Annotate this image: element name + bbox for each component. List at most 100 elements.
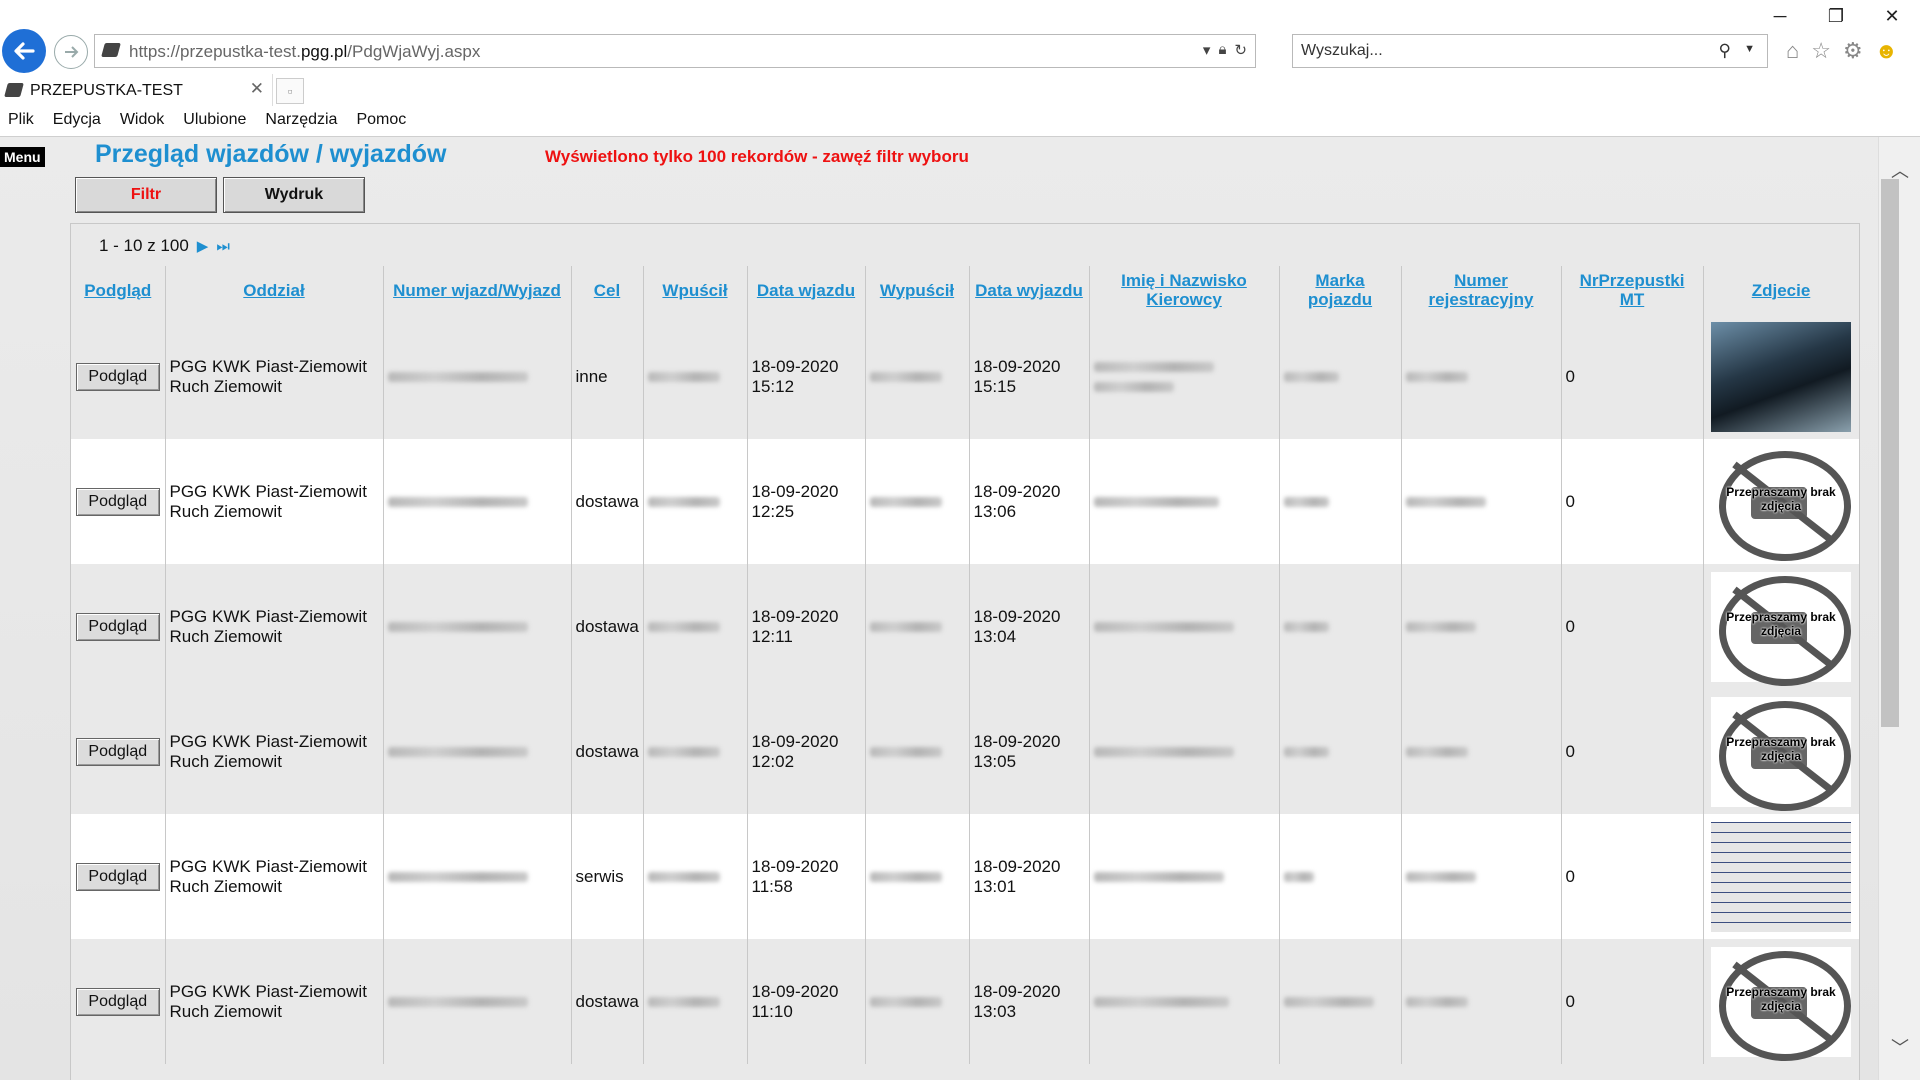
col-header-data-wjazdu[interactable]: Data wjazdu — [747, 266, 866, 314]
podglad-button[interactable]: Podgląd — [75, 362, 160, 391]
window-controls: ─ ❐ ✕ — [1752, 4, 1920, 28]
podglad-button[interactable]: Podgląd — [75, 737, 160, 766]
restore-button[interactable]: ❐ — [1808, 4, 1864, 28]
url-path: /PdgWjaWyj.aspx — [347, 42, 481, 61]
col-header-data-wyjazdu[interactable]: Data wyjazdu — [969, 266, 1090, 314]
time-value: 15:12 — [751, 376, 795, 396]
last-page-icon[interactable]: ⏭ — [216, 238, 230, 255]
next-page-icon[interactable]: ▶ — [197, 237, 209, 255]
close-tab-icon[interactable]: ✕ — [250, 79, 264, 99]
col-header-wpuscil[interactable]: Wpuścił — [643, 266, 748, 314]
col-header-zdjecie[interactable]: Zdjecie — [1703, 266, 1860, 314]
podglad-button[interactable]: Podgląd — [75, 487, 160, 516]
redacted-value — [387, 497, 528, 508]
scroll-thumb[interactable] — [1881, 179, 1899, 727]
date-value: 18-09-2020 — [973, 856, 1061, 876]
redacted-value — [1405, 372, 1468, 383]
address-bar[interactable]: https://przepustka-test.pgg.pl/PdgWjaWyj… — [94, 34, 1256, 68]
menu-narzedzia[interactable]: Narzędzia — [257, 108, 348, 136]
print-button[interactable]: Wydruk — [223, 177, 365, 213]
oddzial-line1: PGG KWK Piast-Ziemowit — [169, 856, 367, 876]
close-window-button[interactable]: ✕ — [1864, 4, 1920, 28]
no-photo-image[interactable]: Przepraszamy brak zdjęcia — [1711, 696, 1851, 811]
favorites-star-icon[interactable]: ☆ — [1811, 38, 1831, 64]
dropdown-icon[interactable]: ▾ — [1203, 41, 1211, 59]
refresh-icon[interactable]: ↻ — [1234, 41, 1247, 59]
col-header-marka[interactable]: Marka pojazdu — [1279, 266, 1402, 314]
filter-button[interactable]: Filtr — [75, 177, 217, 213]
redacted-value — [1405, 997, 1468, 1008]
redacted-value — [387, 622, 528, 633]
redacted-value — [387, 747, 528, 758]
no-photo-image[interactable]: Przepraszamy brak zdjęcia — [1711, 571, 1851, 686]
cell-wpuscil-redacted — [643, 814, 748, 939]
redacted-value — [869, 372, 942, 383]
gear-icon[interactable]: ⚙ — [1843, 38, 1863, 64]
redacted-value — [387, 872, 528, 883]
cell-nr-przepustki: 0 — [1561, 439, 1704, 564]
menu-pomoc[interactable]: Pomoc — [348, 108, 417, 136]
oddzial-line1: PGG KWK Piast-Ziemowit — [169, 981, 367, 1001]
cell-rejestracja-redacted — [1401, 689, 1562, 814]
time-value: 12:02 — [751, 751, 795, 771]
col-header-kierowca[interactable]: Imię i Nazwisko Kierowcy — [1089, 266, 1280, 314]
podglad-button[interactable]: Podgląd — [75, 612, 160, 641]
no-photo-text: Przepraszamy brak zdjęcia — [1726, 484, 1836, 513]
scroll-down-icon[interactable]: ﹀ — [1879, 1034, 1920, 1060]
redacted-value — [869, 997, 942, 1008]
redacted-value — [1405, 747, 1468, 758]
cell-cel: serwis — [571, 814, 644, 939]
cell-zdjecie: Przepraszamy brak zdjęcia — [1703, 689, 1860, 814]
redacted-value — [1093, 747, 1234, 758]
cell-numer-redacted — [383, 689, 572, 814]
cell-rejestracja-redacted — [1401, 814, 1562, 939]
minimize-button[interactable]: ─ — [1752, 4, 1808, 28]
cell-nr-przepustki: 0 — [1561, 689, 1704, 814]
back-button[interactable] — [2, 29, 46, 73]
redacted-value — [1093, 362, 1214, 373]
cell-marka-redacted — [1279, 314, 1402, 439]
home-icon[interactable]: ⌂ — [1786, 38, 1799, 64]
tab-przepustka[interactable]: PRZEPUSTKA-TEST ✕ — [0, 74, 273, 106]
new-tab-button[interactable]: ▫ — [276, 78, 304, 104]
document-photo[interactable] — [1711, 821, 1851, 932]
col-header-podglad[interactable]: Podgląd — [71, 266, 166, 314]
podglad-button[interactable]: Podgląd — [75, 862, 160, 891]
redacted-value — [647, 372, 720, 383]
menu-ulubione[interactable]: Ulubione — [175, 108, 257, 136]
address-controls: ▾ 🔒︎ ↻ — [1203, 41, 1247, 59]
menu-widok[interactable]: Widok — [112, 108, 175, 136]
search-box[interactable]: Wyszukaj... ⚲ ▼ — [1292, 34, 1768, 68]
col-header-cel[interactable]: Cel — [571, 266, 644, 314]
oddzial-line2: Ruch Ziemowit — [169, 1001, 282, 1021]
side-menu-toggle[interactable]: Menu — [0, 147, 45, 167]
date-value: 18-09-2020 — [751, 481, 839, 501]
col-header-numer[interactable]: Numer wjazd/Wyjazd — [383, 266, 572, 314]
no-photo-image[interactable]: Przepraszamy brak zdjęcia — [1711, 446, 1851, 561]
smiley-icon[interactable]: ☻ — [1875, 38, 1898, 64]
col-header-oddzial[interactable]: Oddział — [165, 266, 384, 314]
menu-plik[interactable]: Plik — [0, 108, 45, 136]
col-header-wypuscil[interactable]: Wypuścił — [865, 266, 970, 314]
search-input[interactable]: Wyszukaj... — [1301, 42, 1383, 60]
forward-button[interactable] — [54, 35, 88, 69]
address-url[interactable]: https://przepustka-test.pgg.pl/PdgWjaWyj… — [129, 42, 480, 62]
vertical-scrollbar[interactable]: ︿ ﹀ — [1878, 137, 1920, 1080]
oddzial-line1: PGG KWK Piast-Ziemowit — [169, 481, 367, 501]
search-dropdown-icon[interactable]: ▼ — [1744, 43, 1755, 55]
time-value: 12:25 — [751, 501, 795, 521]
col-header-rejestracja[interactable]: Numer rejestracyjny — [1401, 266, 1562, 314]
pager: 1 - 10 z 100 ▶ ⏭ — [99, 236, 230, 256]
cell-podglad: Podgląd — [71, 439, 166, 564]
col-header-nr-przepustki[interactable]: NrPrzepustki MT — [1561, 266, 1704, 314]
date-value: 18-09-2020 — [751, 856, 839, 876]
cell-nr-przepustki: 0 — [1561, 314, 1704, 439]
menu-edycja[interactable]: Edycja — [45, 108, 112, 136]
no-photo-image[interactable]: Przepraszamy brak zdjęcia — [1711, 946, 1851, 1061]
redacted-value — [1093, 382, 1174, 393]
vehicle-photo[interactable] — [1711, 321, 1851, 432]
lock-icon[interactable]: 🔒︎ — [1218, 41, 1226, 59]
toolbar-icons: ⌂ ☆ ⚙ ☻ — [1786, 38, 1898, 64]
podglad-button[interactable]: Podgląd — [75, 987, 160, 1016]
search-icon[interactable]: ⚲ — [1719, 41, 1731, 61]
